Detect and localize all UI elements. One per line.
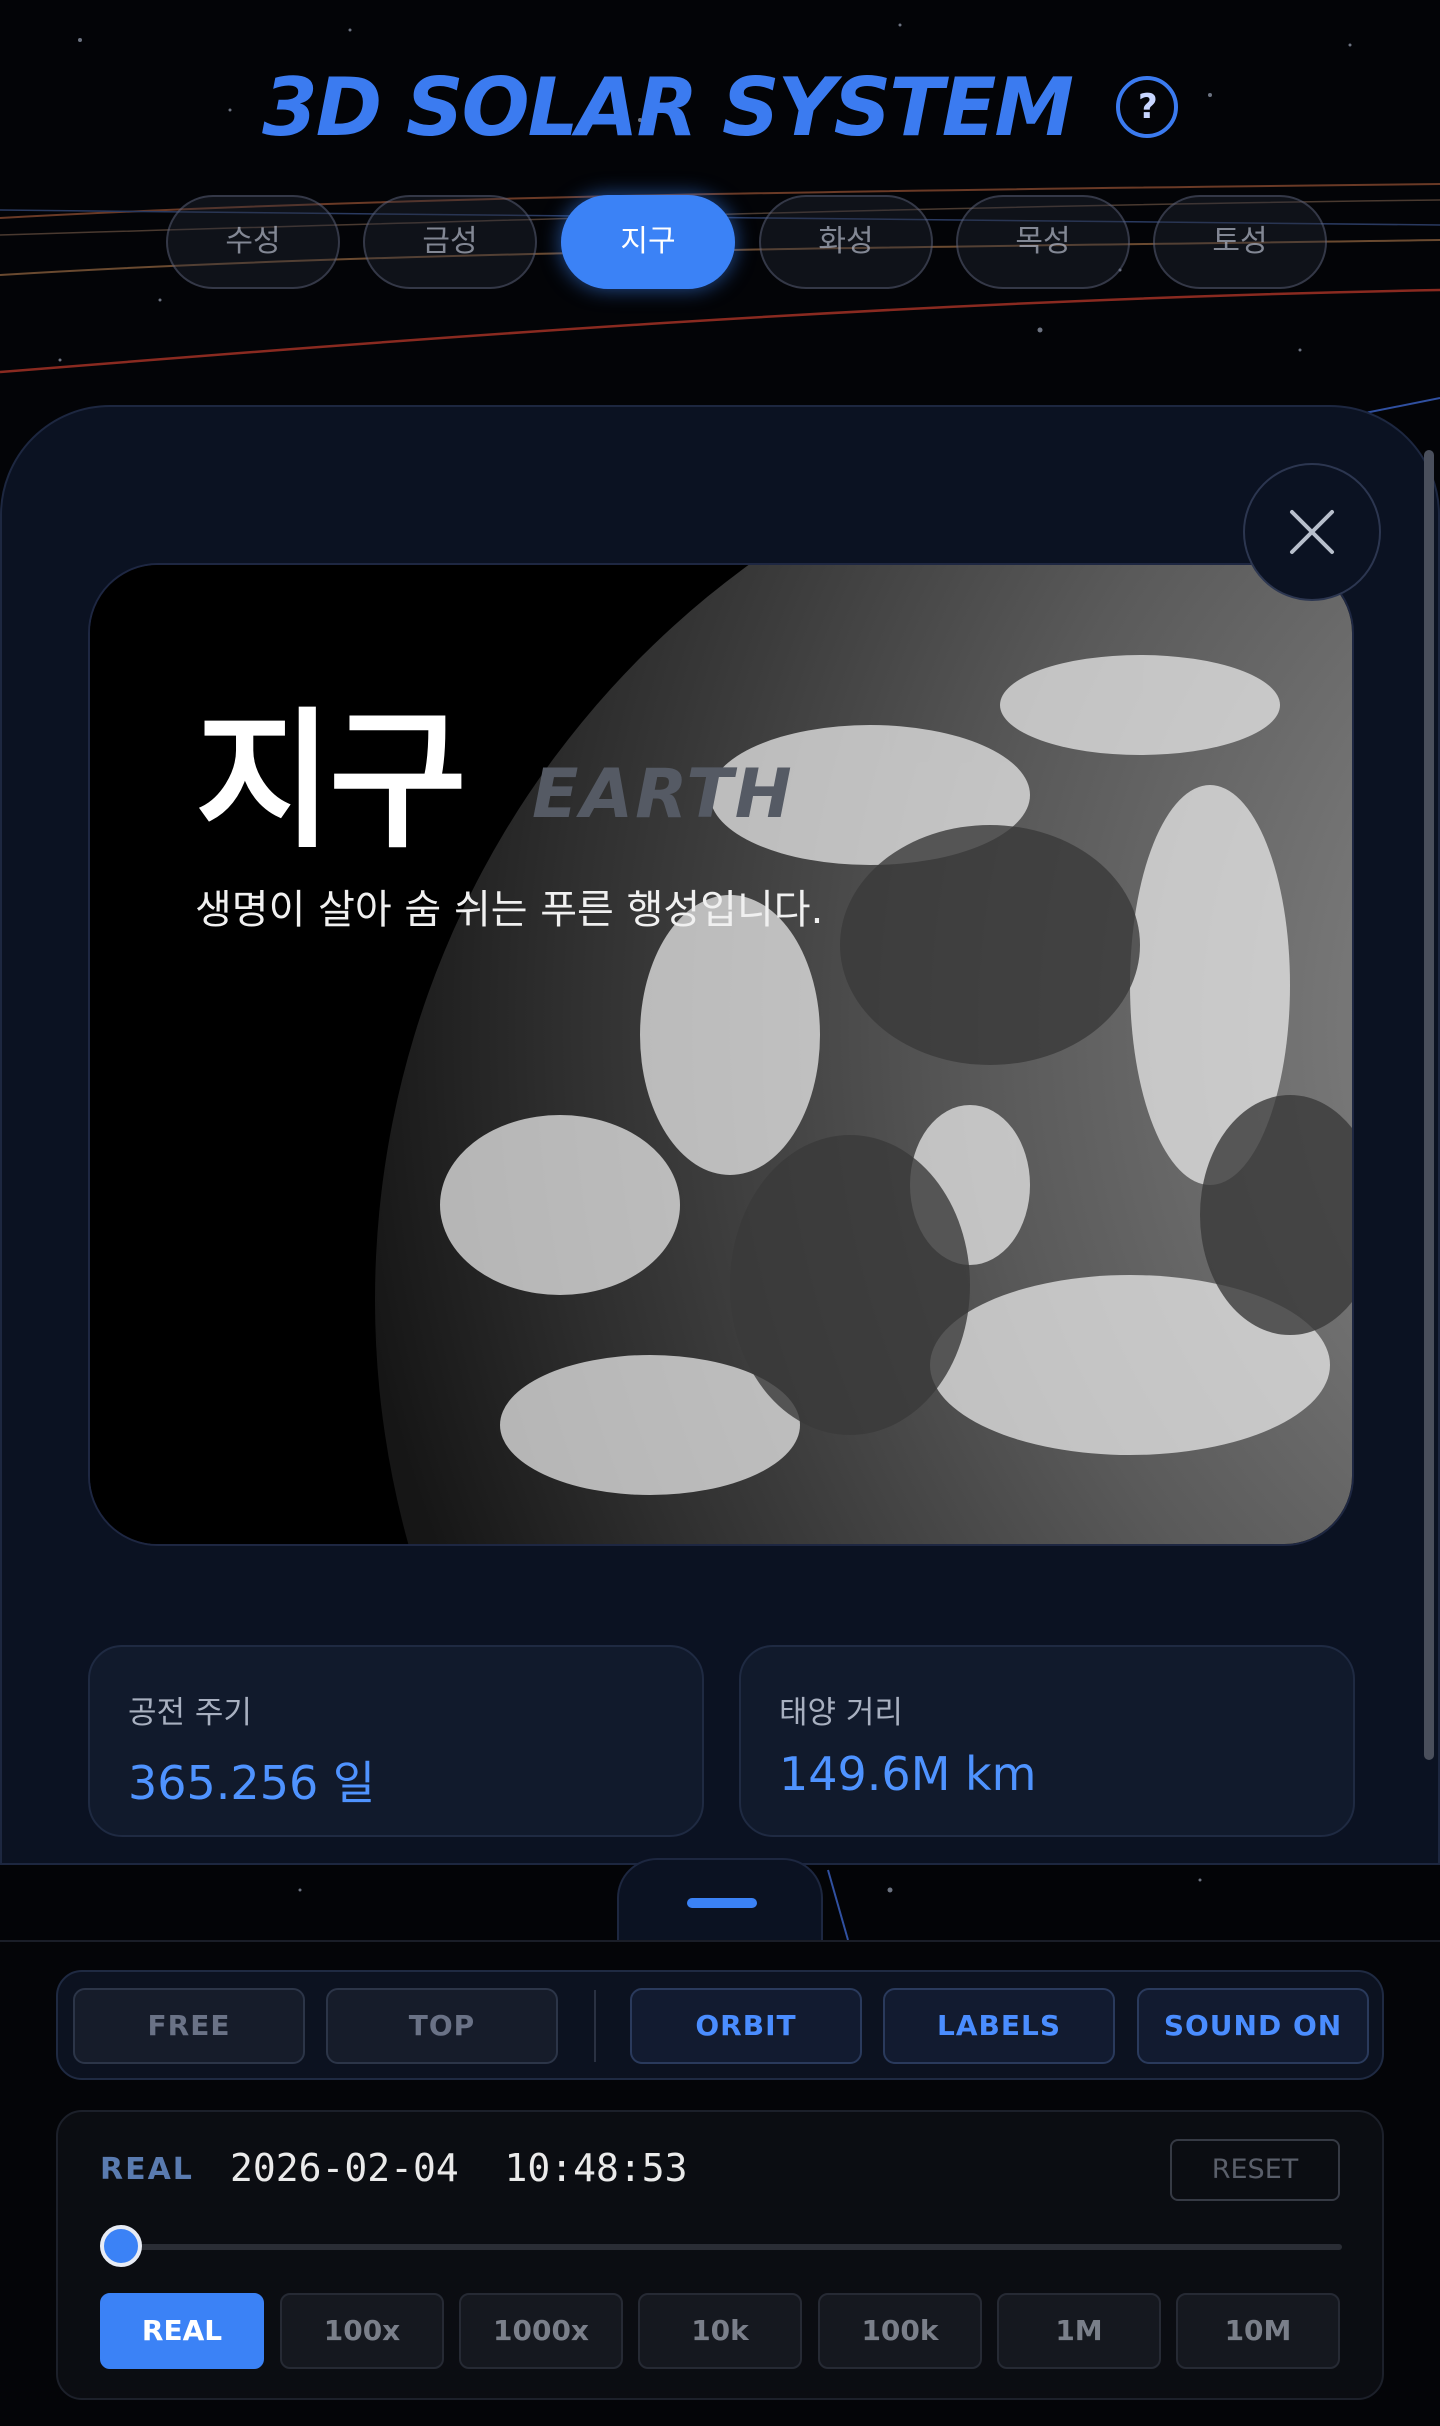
planet-description: 생명이 살아 숨 쉬는 푸른 행성입니다.: [195, 887, 824, 933]
stat-value: 365.256 일: [128, 1756, 376, 1810]
close-icon: [1290, 510, 1334, 554]
time-slider-thumb[interactable]: [100, 2225, 142, 2267]
tab-earth[interactable]: 지구: [561, 195, 735, 289]
tab-jupiter[interactable]: 목성: [956, 195, 1130, 289]
stat-card-orbital-period: 공전 주기 365.256 일: [88, 1645, 704, 1837]
close-button[interactable]: [1243, 463, 1381, 601]
speed-100k-button[interactable]: 100k: [818, 2293, 982, 2369]
sim-datetime: 2026-02-04 10:48:53: [230, 2146, 688, 2190]
sim-datetime-text: 2026-02-04 10:48:53: [230, 2146, 688, 2190]
reset-button[interactable]: RESET: [1170, 2139, 1340, 2201]
speed-10m-button[interactable]: 10M: [1176, 2293, 1340, 2369]
tab-mars[interactable]: 화성: [759, 195, 933, 289]
panel-scrollbar[interactable]: [1424, 450, 1434, 1760]
control-divider: [594, 1990, 596, 2062]
app-header: 3D SOLAR SYSTEM ?: [0, 55, 1440, 154]
stat-label: 태양 거리: [779, 1695, 903, 1731]
handle-bar: [687, 1898, 757, 1908]
planet-english-name: EARTH: [532, 755, 794, 834]
labels-toggle[interactable]: LABELS: [883, 1988, 1115, 2064]
tab-venus[interactable]: 금성: [363, 195, 537, 289]
tab-mercury[interactable]: 수성: [166, 195, 340, 289]
speed-1m-button[interactable]: 1M: [997, 2293, 1161, 2369]
panel-drag-handle[interactable]: [617, 1858, 823, 1940]
planet-name: 지구: [195, 695, 467, 869]
stat-label: 공전 주기: [128, 1695, 252, 1731]
time-slider-track[interactable]: [120, 2244, 1342, 2250]
camera-top-button[interactable]: TOP: [326, 1988, 558, 2064]
speed-real-button[interactable]: REAL: [100, 2293, 264, 2369]
speed-10k-button[interactable]: 10k: [638, 2293, 802, 2369]
time-mode-label: REAL: [100, 2152, 194, 2187]
speed-1000x-button[interactable]: 1000x: [459, 2293, 623, 2369]
app-title: 3D SOLAR SYSTEM: [262, 60, 1074, 154]
orbit-toggle[interactable]: ORBIT: [630, 1988, 862, 2064]
help-button[interactable]: ?: [1115, 76, 1178, 139]
sound-toggle[interactable]: SOUND ON: [1137, 1988, 1369, 2064]
camera-free-button[interactable]: FREE: [73, 1988, 305, 2064]
tab-saturn[interactable]: 토성: [1153, 195, 1327, 289]
stat-value: 149.6M km: [779, 1747, 1037, 1801]
speed-100x-button[interactable]: 100x: [280, 2293, 444, 2369]
stat-card-sun-distance: 태양 거리 149.6M km: [739, 1645, 1355, 1837]
